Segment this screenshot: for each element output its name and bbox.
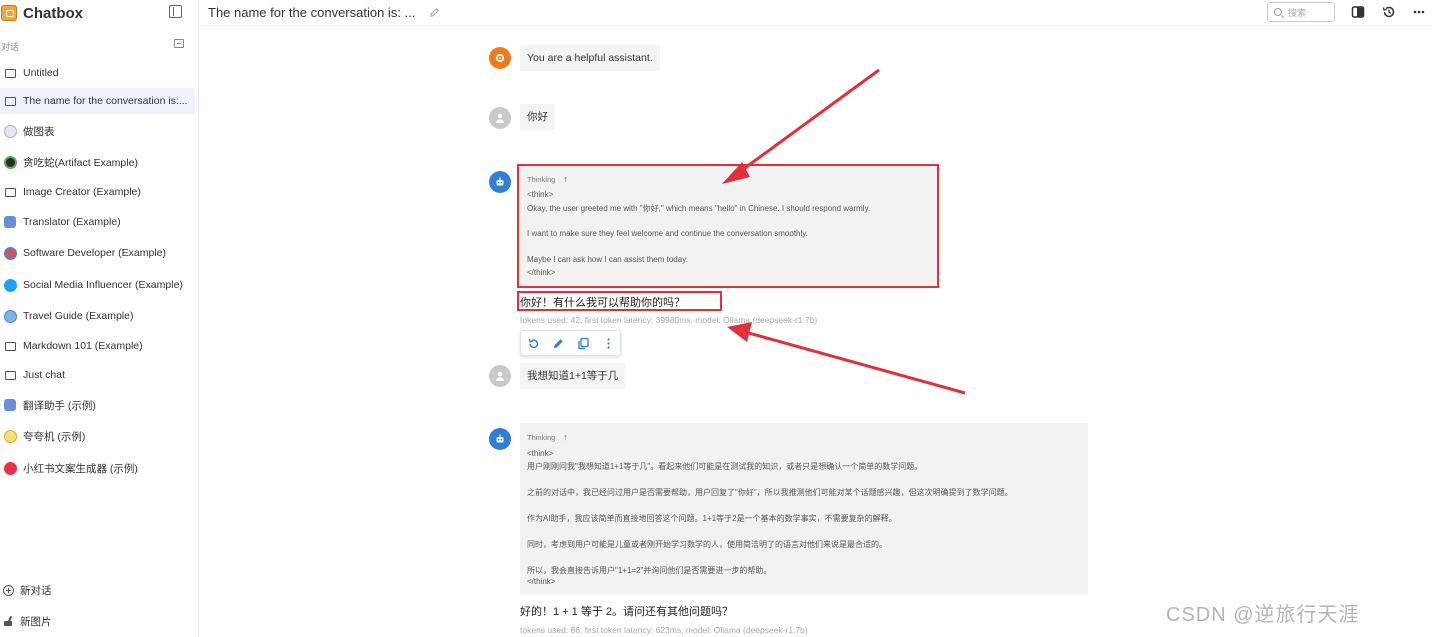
arrow-line — [737, 68, 880, 175]
arrow-head — [727, 322, 752, 342]
arrow-line — [744, 330, 966, 395]
annotation-arrows — [722, 68, 966, 395]
watermark: CSDN @逆旅行天涯 — [1166, 604, 1360, 626]
arrow-head — [722, 162, 750, 184]
